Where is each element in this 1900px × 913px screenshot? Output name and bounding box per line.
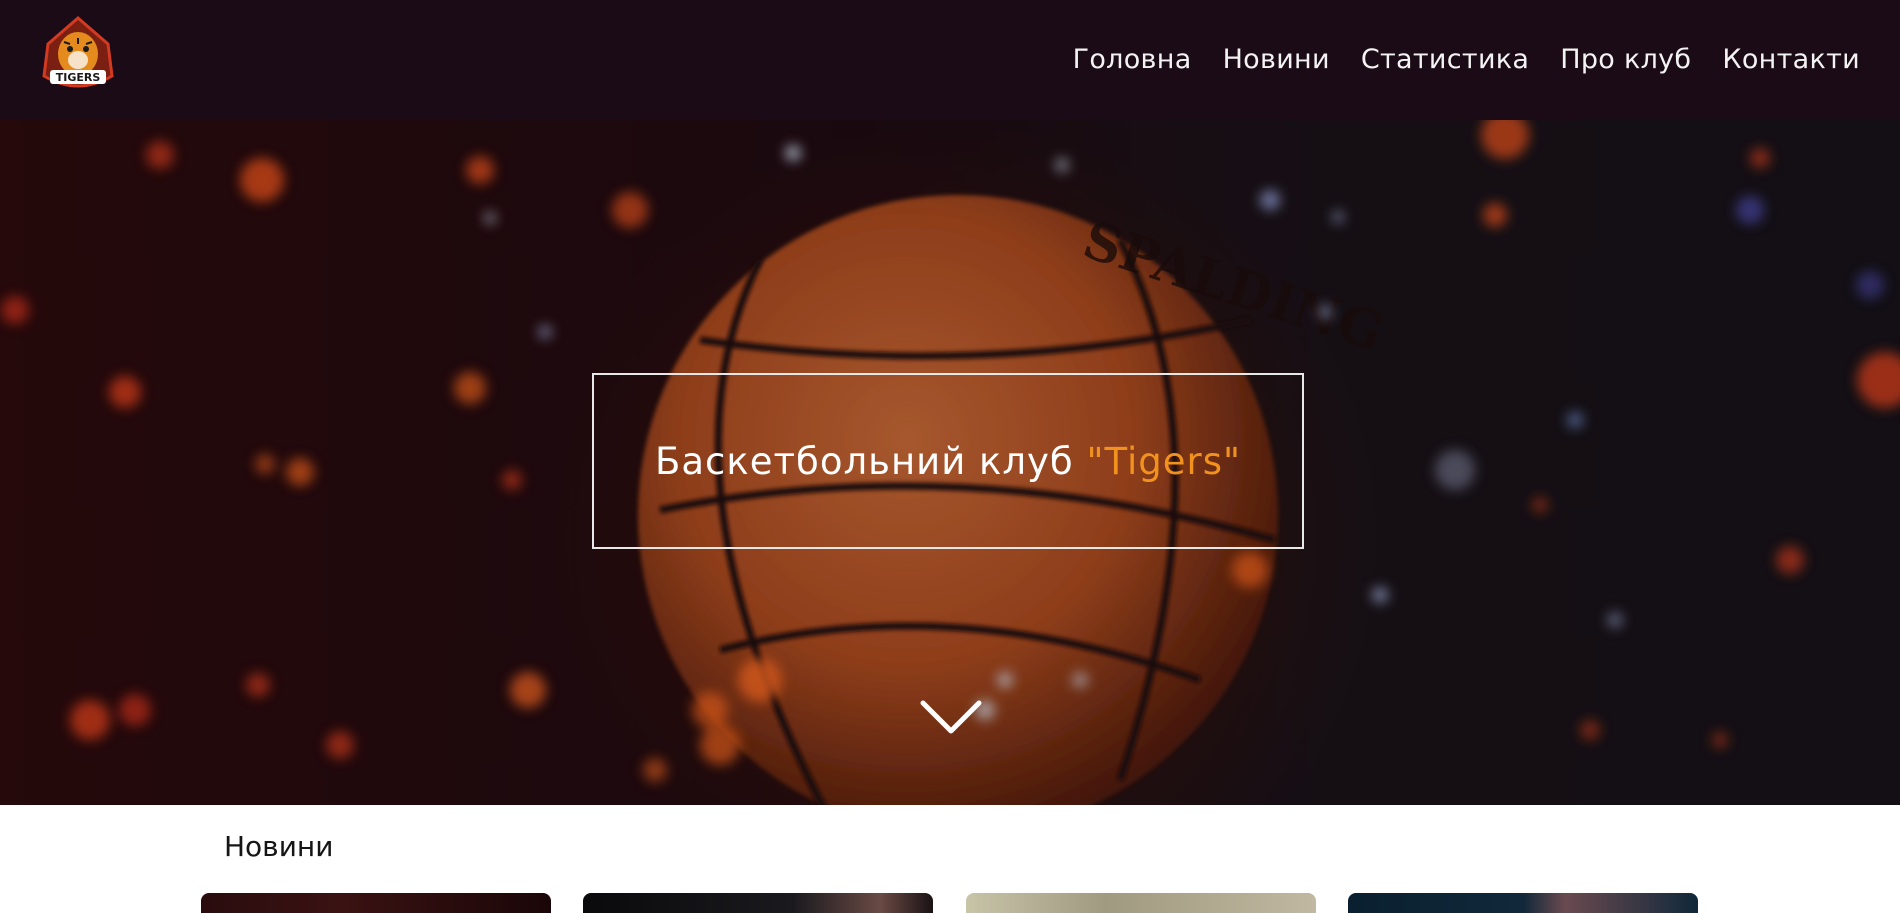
nav-about[interactable]: Про клуб xyxy=(1560,40,1691,80)
site-header: TIGERS Головна Новини Статистика Про клу… xyxy=(0,0,1900,120)
hero-title-accent: "Tigers" xyxy=(1086,439,1242,483)
main-nav: Головна Новини Статистика Про клуб Конта… xyxy=(1073,40,1860,80)
news-card-1[interactable] xyxy=(201,893,551,913)
nav-news[interactable]: Новини xyxy=(1223,40,1330,80)
nav-home[interactable]: Головна xyxy=(1073,40,1192,80)
hero-title-box: Баскетбольний клуб "Tigers" xyxy=(592,373,1304,549)
tigers-logo[interactable]: TIGERS xyxy=(36,14,120,98)
news-card-3[interactable] xyxy=(966,893,1316,913)
tiger-logo-icon: TIGERS xyxy=(42,16,114,88)
news-card-4[interactable] xyxy=(1348,893,1698,913)
hero-title: Баскетбольний клуб "Tigers" xyxy=(655,440,1241,483)
news-card-2[interactable] xyxy=(583,893,933,913)
nav-stats[interactable]: Статистика xyxy=(1361,40,1529,80)
news-heading: Новини xyxy=(224,830,334,863)
chevron-down-icon[interactable] xyxy=(920,700,982,736)
logo-text: TIGERS xyxy=(56,71,101,84)
nav-contacts[interactable]: Контакти xyxy=(1722,40,1860,80)
hero-banner: SPALDING Баскетбольний клуб "Tigers" xyxy=(0,120,1900,805)
hero-title-main: Баскетбольний клуб xyxy=(654,439,1087,483)
